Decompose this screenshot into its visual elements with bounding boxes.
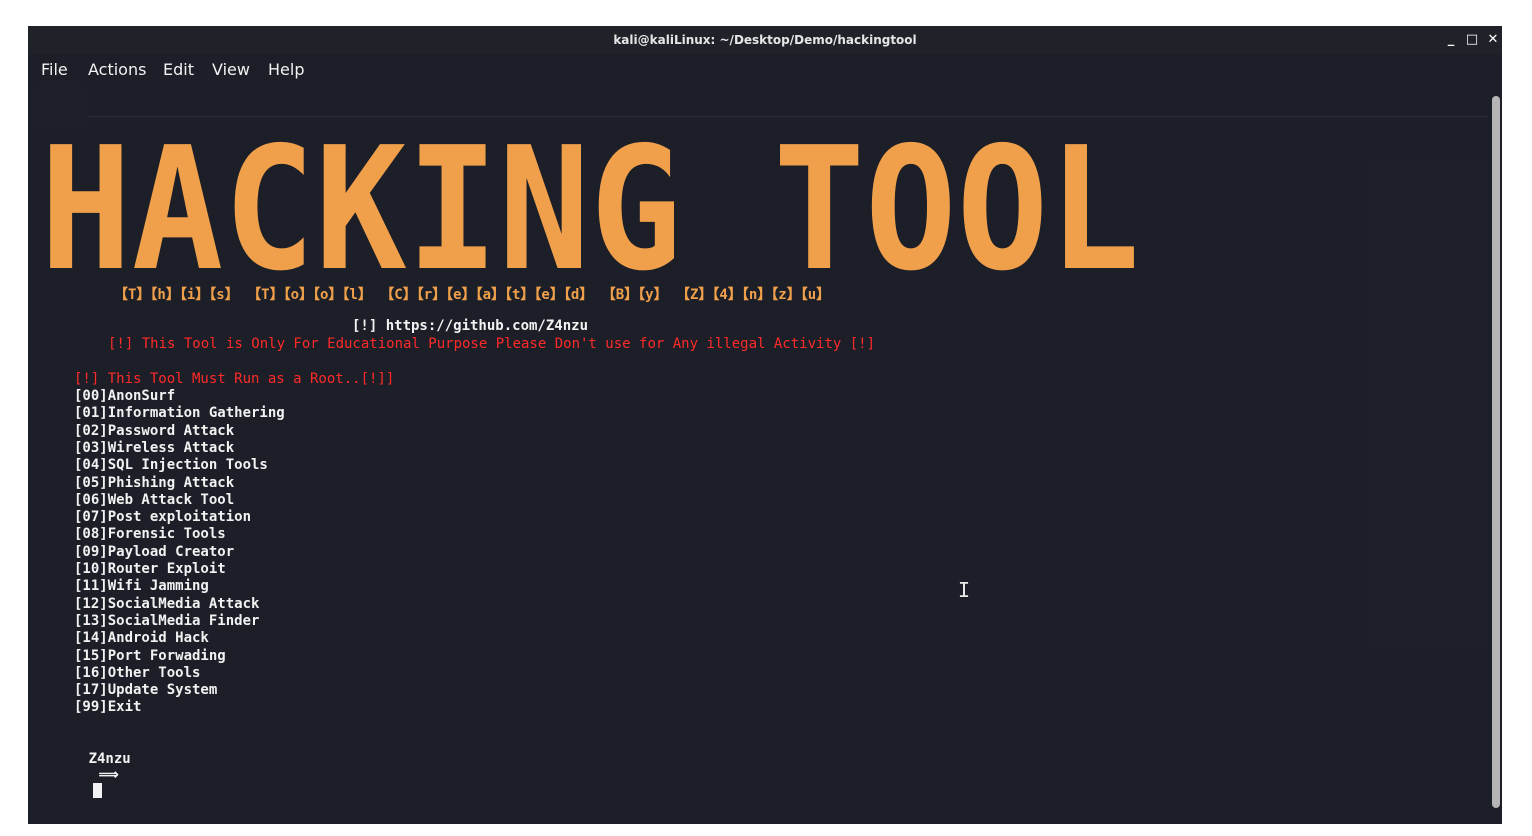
menu-option: [17]Update System <box>74 682 218 699</box>
menu-actions[interactable]: Actions <box>88 60 146 79</box>
menu-option: [16]Other Tools <box>74 664 201 681</box>
hacking-tool-banner: HACKING TOOL <box>40 122 1140 282</box>
educational-warning: [!] This Tool is Only For Educational Pu… <box>108 336 876 352</box>
maximize-button[interactable]: □ <box>1463 31 1481 49</box>
menu-option: [02]Password Attack <box>74 422 235 439</box>
menu-option: [11]Wifi Jamming <box>74 578 209 595</box>
root-warning: [!] This Tool Must Run as a Root..[!]] <box>74 371 395 387</box>
title-bar: kali@kaliLinux: ~/Desktop/Demo/hackingto… <box>28 26 1502 54</box>
menu-file[interactable]: File <box>41 60 68 79</box>
menu-option: [04]SQL Injection Tools <box>74 457 268 474</box>
menu-option: [01]Information Gathering <box>74 405 285 422</box>
text-cursor <box>92 783 102 798</box>
vertical-scrollbar[interactable] <box>1492 96 1500 808</box>
menu-option: [06]Web Attack Tool <box>74 491 235 508</box>
menu-view[interactable]: View <box>212 60 250 79</box>
menu-edit[interactable]: Edit <box>163 60 194 79</box>
terminal-window: kali@kaliLinux: ~/Desktop/Demo/hackingto… <box>28 26 1502 824</box>
menu-option: [99]Exit <box>74 699 142 716</box>
menu-option: [13]SocialMedia Finder <box>74 612 260 629</box>
menu-bar: File Actions Edit View Help <box>28 54 1502 84</box>
close-button[interactable]: ✕ <box>1484 31 1502 49</box>
credits-line: 【T】【h】【i】【s】 【T】【o】【o】【l】 【C】【r】【e】【a】【t… <box>114 287 831 303</box>
prompt-arrow: ⟹ <box>98 767 119 783</box>
menu-option: [08]Forensic Tools <box>74 526 226 543</box>
github-link[interactable]: [!] https://github.com/Z4nzu <box>352 318 588 334</box>
menu-option: [07]Post exploitation <box>74 509 252 526</box>
ibeam-cursor-icon: I <box>958 578 971 602</box>
menu-option: [12]SocialMedia Attack <box>74 595 260 612</box>
editor-minimap <box>1368 166 1488 646</box>
prompt-user: Z4nzu <box>88 751 131 767</box>
menu-option: [05]Phishing Attack <box>74 474 235 491</box>
minimize-button[interactable]: _ <box>1442 31 1460 49</box>
menu-option: [09]Payload Creator <box>74 543 235 560</box>
menu-help[interactable]: Help <box>268 60 304 79</box>
menu-option: [15]Port Forwading <box>74 647 226 664</box>
menu-option: [00]AnonSurf <box>74 388 176 404</box>
window-title: kali@kaliLinux: ~/Desktop/Demo/hackingto… <box>613 33 917 47</box>
shell-prompt[interactable]: Z4nzu ⟹ <box>38 735 131 816</box>
banner-text: HACKING TOOL <box>40 122 1140 282</box>
menu-option: [14]Android Hack <box>74 630 209 647</box>
menu-option: [03]Wireless Attack <box>74 439 235 456</box>
menu-option: [10]Router Exploit <box>74 561 226 577</box>
editor-tabs <box>88 92 1488 117</box>
